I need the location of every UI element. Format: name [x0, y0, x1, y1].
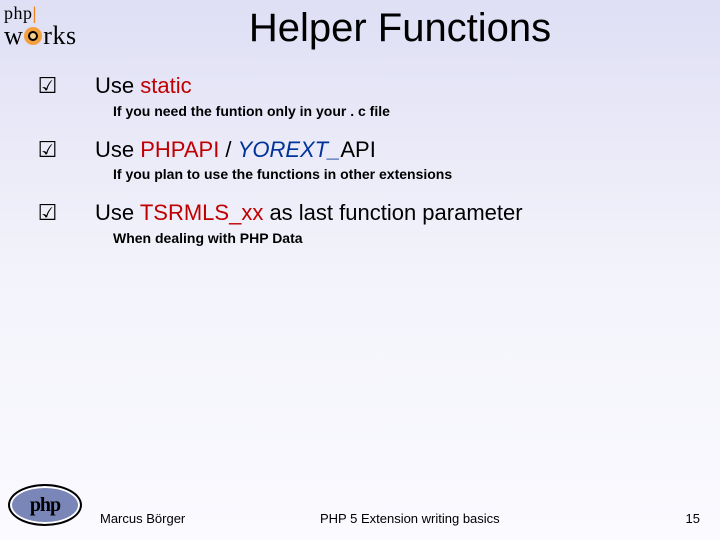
bullet-sub: If you plan to use the functions in othe…: [113, 165, 700, 183]
logo-text-php: php: [4, 3, 33, 23]
bullet-text: as last function parameter: [263, 200, 522, 225]
check-icon: ☑: [38, 136, 58, 164]
keyword-yorext: YOREXT_: [238, 137, 341, 162]
php-elephant-badge: php: [8, 484, 82, 526]
logo-text-w: w: [4, 23, 23, 49]
bullet-row: ☑ Use static If you need the funtion onl…: [0, 72, 720, 134]
footer-title: PHP 5 Extension writing basics: [320, 511, 670, 526]
slide-title: Helper Functions: [100, 6, 700, 51]
check-icon: ☑: [38, 72, 58, 100]
check-icon: ☑: [38, 199, 58, 227]
logo-phpworks: php| wrks: [4, 4, 94, 49]
bullet-text: Use: [95, 200, 140, 225]
slide-footer: Marcus Börger PHP 5 Extension writing ba…: [100, 511, 700, 526]
keyword-static: static: [140, 73, 191, 98]
php-badge-text: php: [30, 494, 60, 517]
footer-page-number: 15: [670, 511, 700, 526]
gear-icon: [24, 27, 42, 45]
keyword-api: API: [340, 137, 375, 162]
bullet-main: Use TSRMLS_xx as last function parameter: [95, 199, 700, 227]
bullet-main: Use PHPAPI / YOREXT_API: [95, 136, 700, 164]
bullet-sub: If you need the funtion only in your . c…: [113, 102, 700, 120]
keyword-tsrmls: TSRMLS_xx: [140, 200, 263, 225]
keyword-phpapi: PHPAPI: [140, 137, 219, 162]
slide-content: ☑ Use static If you need the funtion onl…: [0, 72, 720, 263]
logo-text-rks: rks: [43, 23, 76, 49]
bullet-row: ☑ Use PHPAPI / YOREXT_API If you plan to…: [0, 136, 720, 198]
footer-author: Marcus Börger: [100, 511, 320, 526]
logo-pipe: |: [33, 3, 37, 23]
bullet-row: ☑ Use TSRMLS_xx as last function paramet…: [0, 199, 720, 261]
bullet-text: Use: [95, 73, 140, 98]
bullet-main: Use static: [95, 72, 700, 100]
bullet-sub: When dealing with PHP Data: [113, 229, 700, 247]
bullet-text: /: [219, 137, 237, 162]
bullet-text: Use: [95, 137, 140, 162]
